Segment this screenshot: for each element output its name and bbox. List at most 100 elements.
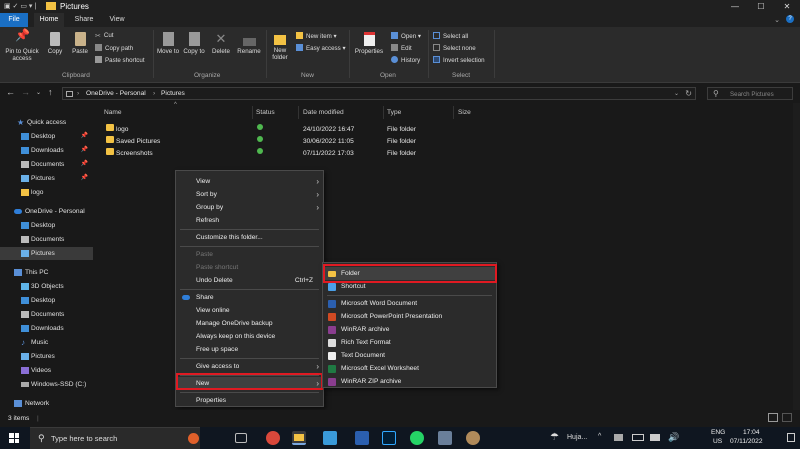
recent-locations-button[interactable]: ⌄ xyxy=(36,89,41,96)
menu-item-view-online[interactable]: View online xyxy=(176,304,323,317)
submenu-item-winrar[interactable]: WinRAR archive xyxy=(323,323,496,336)
address-bar[interactable]: › OneDrive - Personal › Pictures ⌄ ↻ xyxy=(62,87,696,100)
nav-network[interactable]: Network xyxy=(0,397,93,410)
file-row[interactable]: logo 24/10/2022 16:47 File folder xyxy=(104,124,484,136)
submenu-item-word[interactable]: Microsoft Word Document xyxy=(323,297,496,310)
delete-button[interactable]: ✕ Delete xyxy=(208,32,234,56)
nav-pc-pictures[interactable]: Pictures xyxy=(0,350,93,363)
nav-pc-documents[interactable]: Documents xyxy=(0,308,93,321)
vertical-scrollbar[interactable] xyxy=(793,103,800,410)
pin-quick-access-button[interactable]: 📌 Pin to Quick access xyxy=(2,29,42,62)
column-divider[interactable] xyxy=(252,106,253,119)
menu-item-refresh[interactable]: Refresh xyxy=(176,214,323,227)
notifications-icon[interactable] xyxy=(787,433,795,442)
nav-downloads-pinned[interactable]: Downloads 📌 xyxy=(0,144,93,157)
menu-item-share[interactable]: Share xyxy=(176,291,323,304)
invert-selection-button[interactable]: Invert selection xyxy=(433,56,485,65)
column-divider[interactable] xyxy=(383,106,384,119)
menu-item-paste-shortcut[interactable]: Paste shortcut xyxy=(176,261,323,274)
menu-item-manage-backup[interactable]: Manage OneDrive backup xyxy=(176,317,323,330)
menu-item-always-keep[interactable]: Always keep on this device xyxy=(176,330,323,343)
nav-windows-ssd[interactable]: Windows-SSD (C:) xyxy=(0,378,93,391)
nav-videos[interactable]: Videos xyxy=(0,364,93,377)
rename-button[interactable]: Rename xyxy=(235,32,263,55)
nav-onedrive[interactable]: OneDrive - Personal xyxy=(0,205,93,218)
task-view-icon[interactable] xyxy=(235,433,247,443)
taskbar-search-input[interactable]: ⚲ Type here to search xyxy=(30,427,200,449)
select-all-button[interactable]: Select all xyxy=(433,32,468,41)
chrome-icon[interactable] xyxy=(266,431,280,445)
clock-date[interactable]: 07/11/2022 xyxy=(730,438,763,445)
paste-shortcut-button[interactable]: Paste shortcut xyxy=(95,56,145,65)
submenu-item-text[interactable]: Text Document xyxy=(323,349,496,362)
details-view-icon[interactable] xyxy=(768,413,778,422)
word-icon[interactable] xyxy=(355,431,369,445)
edit-button[interactable]: Edit xyxy=(391,44,412,53)
column-divider[interactable] xyxy=(453,106,454,119)
column-header-size[interactable]: Size xyxy=(458,109,471,116)
nav-this-pc[interactable]: This PC xyxy=(0,266,93,279)
weather-label[interactable]: Huja... xyxy=(567,434,587,441)
search-input[interactable]: ⚲ Search Pictures xyxy=(707,87,793,100)
new-item-button[interactable]: New item ▾ xyxy=(296,32,337,41)
minimize-button[interactable]: — xyxy=(722,0,748,13)
back-button[interactable]: ← xyxy=(6,87,15,97)
easy-access-button[interactable]: Easy access ▾ xyxy=(296,44,346,53)
nav-logo[interactable]: logo xyxy=(0,186,93,199)
menu-item-paste[interactable]: Paste xyxy=(176,248,323,261)
nav-quick-access[interactable]: ★ Quick access xyxy=(0,116,93,129)
nav-desktop-pinned[interactable]: Desktop 📌 xyxy=(0,130,93,143)
onedrive-icon[interactable] xyxy=(650,434,660,441)
paste-button[interactable]: Paste xyxy=(68,32,92,55)
snipping-tool-icon[interactable] xyxy=(438,431,452,445)
clock-time[interactable]: 17:04 xyxy=(743,429,760,436)
quick-access-toolbar[interactable]: ▣ ✓ ▭ ▾ | xyxy=(4,2,36,10)
forward-button[interactable]: → xyxy=(21,87,30,97)
nav-onedrive-documents[interactable]: Documents xyxy=(0,233,93,246)
menu-item-customize[interactable]: Customize this folder... xyxy=(176,231,323,244)
weather-icon[interactable]: ☂ xyxy=(550,432,559,443)
breadcrumb-pictures[interactable]: Pictures xyxy=(161,90,185,97)
new-folder-button[interactable]: New folder xyxy=(268,32,292,61)
copy-button[interactable]: Copy xyxy=(44,32,66,55)
file-row[interactable]: Screenshots 07/11/2022 17:03 File folder xyxy=(104,148,484,160)
menu-item-group-by[interactable]: Group by › xyxy=(176,201,323,214)
submenu-item-powerpoint[interactable]: Microsoft PowerPoint Presentation xyxy=(323,310,496,323)
close-button[interactable]: ✕ xyxy=(774,0,800,13)
tray-chevron-icon[interactable]: ^ xyxy=(598,433,601,440)
tab-view[interactable]: View xyxy=(104,13,130,27)
open-button[interactable]: Open ▾ xyxy=(391,32,421,41)
maximize-button[interactable]: ☐ xyxy=(748,0,774,13)
help-icon[interactable]: ? xyxy=(786,15,794,23)
nav-onedrive-desktop[interactable]: Desktop xyxy=(0,219,93,232)
history-button[interactable]: History xyxy=(391,56,420,65)
language-indicator[interactable]: ENG xyxy=(711,429,725,436)
menu-item-properties[interactable]: Properties xyxy=(176,394,323,407)
nav-music[interactable]: ♪ Music xyxy=(0,336,93,349)
photoshop-icon[interactable] xyxy=(382,431,396,445)
copy-to-button[interactable]: Copy to xyxy=(183,32,205,55)
submenu-item-excel[interactable]: Microsoft Excel Worksheet xyxy=(323,362,496,375)
move-to-button[interactable]: Move to xyxy=(157,32,179,55)
column-header-name[interactable]: Name xyxy=(104,109,122,116)
battery-icon[interactable] xyxy=(632,434,644,441)
tab-home[interactable]: Home xyxy=(34,13,64,27)
menu-item-give-access[interactable]: Give access to › xyxy=(176,360,323,373)
copy-path-button[interactable]: Copy path xyxy=(95,44,133,53)
ribbon-expand-icon[interactable]: ⌄ xyxy=(774,16,780,24)
menu-item-undo-delete[interactable]: Undo Delete Ctrl+Z xyxy=(176,274,323,287)
up-button[interactable]: ↑ xyxy=(48,87,53,97)
select-none-button[interactable]: Select none xyxy=(433,44,476,53)
whatsapp-icon[interactable] xyxy=(410,431,424,445)
menu-item-view[interactable]: View › xyxy=(176,175,323,188)
tab-share[interactable]: Share xyxy=(70,13,98,27)
nav-onedrive-pictures[interactable]: Pictures xyxy=(0,247,93,260)
column-header-status[interactable]: Status xyxy=(256,109,275,116)
nav-pictures-pinned[interactable]: Pictures 📌 xyxy=(0,172,93,185)
windows-start-icon[interactable] xyxy=(9,433,19,443)
breadcrumb-onedrive[interactable]: OneDrive - Personal xyxy=(86,90,146,97)
submenu-item-winrar-zip[interactable]: WinRAR ZIP archive xyxy=(323,375,496,388)
nav-pc-downloads[interactable]: Downloads xyxy=(0,322,93,335)
region-indicator[interactable]: US xyxy=(713,438,722,445)
column-header-date[interactable]: Date modified xyxy=(303,109,344,116)
